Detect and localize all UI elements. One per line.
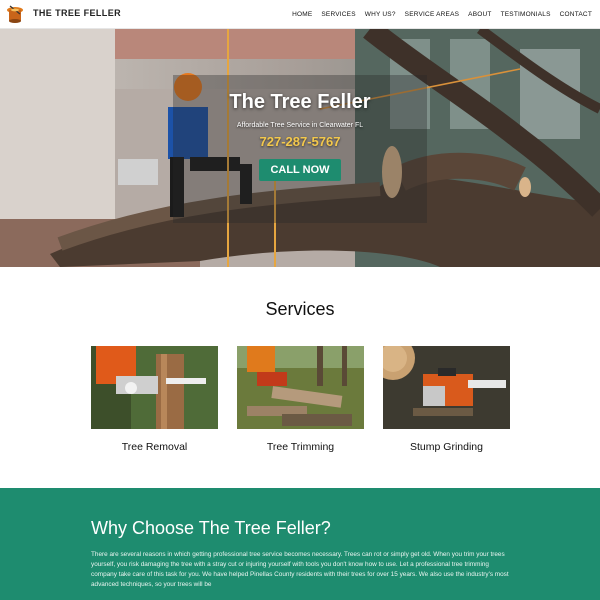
service-card-tree-trimming[interactable]: Tree Trimming — [237, 346, 364, 453]
service-card-stump-grinding[interactable]: Stump Grinding — [383, 346, 510, 453]
brand-name[interactable]: THE TREE FELLER — [33, 8, 121, 18]
call-now-button[interactable]: CALL NOW — [259, 159, 341, 181]
services-heading: Services — [265, 299, 335, 319]
why-choose-body-text: There are several reasons in which getti… — [91, 551, 509, 588]
service-label[interactable]: Stump Grinding — [383, 441, 510, 453]
service-label[interactable]: Tree Removal — [91, 441, 218, 453]
service-card-tree-removal[interactable]: Tree Removal — [91, 346, 218, 453]
main-nav: HOME SERVICES WHY US? SERVICE AREAS ABOU… — [292, 11, 592, 18]
tree-trimming-image[interactable] — [237, 346, 364, 429]
nav-home[interactable]: HOME — [292, 11, 312, 18]
why-choose-section: Why Choose The Tree Feller? There are se… — [0, 488, 600, 600]
tree-removal-image[interactable] — [91, 346, 218, 429]
nav-service-areas[interactable]: SERVICE AREAS — [405, 11, 460, 18]
stump-grinding-image[interactable] — [383, 346, 510, 429]
nav-services[interactable]: SERVICES — [321, 11, 355, 18]
site-header: THE TREE FELLER HOME SERVICES WHY US? SE… — [0, 0, 600, 29]
nav-testimonials[interactable]: TESTIMONIALS — [501, 11, 551, 18]
hero-phone-number[interactable]: 727-287-5767 — [0, 134, 600, 149]
service-label[interactable]: Tree Trimming — [237, 441, 364, 453]
nav-contact[interactable]: CONTACT — [560, 11, 592, 18]
hero-title: The Tree Feller — [229, 91, 371, 113]
nav-why-us[interactable]: WHY US? — [365, 11, 396, 18]
tree-stump-logo-icon[interactable] — [5, 4, 25, 25]
why-choose-heading: Why Choose The Tree Feller? — [91, 518, 331, 538]
hero-subtitle: Affordable Tree Service in Clearwater FL — [236, 122, 364, 129]
hero-section: The Tree Feller Affordable Tree Service … — [0, 29, 600, 267]
nav-about[interactable]: ABOUT — [468, 11, 491, 18]
